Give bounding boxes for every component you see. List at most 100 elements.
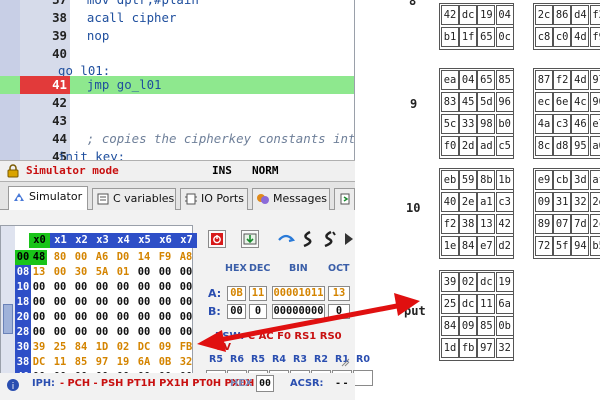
line-number[interactable]: 40 [20, 45, 70, 63]
memory-cell[interactable]: F9 [157, 250, 173, 265]
code-line[interactable]: 44 ; copies the cipherkey constants into [0, 130, 354, 148]
memory-cell[interactable]: 00 [136, 325, 152, 340]
code-line[interactable]: 42 [0, 94, 354, 112]
register-b-dec[interactable]: 0 [249, 304, 267, 319]
memory-cell[interactable]: DC [136, 340, 152, 355]
tab-more[interactable] [334, 188, 355, 210]
memory-cell[interactable]: 6A [136, 355, 152, 370]
memory-cell[interactable]: 00 [157, 295, 173, 310]
memory-cell[interactable]: 80 [52, 250, 68, 265]
memory-cell[interactable]: 00 [31, 310, 47, 325]
memory-cell[interactable]: 32 [178, 355, 194, 370]
memory-cell[interactable]: 85 [73, 355, 89, 370]
iph-flags[interactable]: - PCH - PSH PT1H PX1H PT0H PX0H [60, 374, 254, 394]
line-number[interactable]: 37 [20, 0, 70, 9]
memory-cell[interactable]: 30 [73, 265, 89, 280]
run-icon[interactable] [298, 230, 316, 248]
memory-cell[interactable]: 00 [178, 280, 194, 295]
memory-cell[interactable]: 00 [157, 265, 173, 280]
memory-cell[interactable]: 00 [178, 310, 194, 325]
code-line[interactable]: 45 init_key: [0, 148, 354, 160]
memory-cell[interactable]: 00 [31, 280, 47, 295]
memory-cell[interactable]: 84 [73, 340, 89, 355]
memory-cell[interactable]: 00 [52, 310, 68, 325]
memory-cell[interactable]: 00 [94, 280, 110, 295]
code-line[interactable]: 43 [0, 112, 354, 130]
memory-cell[interactable]: 14 [136, 250, 152, 265]
memory-cell[interactable]: 5A [94, 265, 110, 280]
register-a-hex[interactable]: 0B [227, 286, 246, 301]
memory-cell[interactable]: 01 [115, 265, 131, 280]
memory-cell[interactable]: 09 [157, 340, 173, 355]
register-a-oct[interactable]: 13 [328, 286, 350, 301]
register-b-oct[interactable]: 0 [328, 304, 350, 319]
memory-cell[interactable]: 00 [136, 265, 152, 280]
memory-cell[interactable]: 00 [94, 295, 110, 310]
memory-cell[interactable]: 19 [115, 355, 131, 370]
line-number[interactable]: 38 [20, 9, 70, 27]
register-b-bin[interactable]: 00000000 [272, 304, 325, 319]
memory-cell[interactable]: 39 [31, 340, 47, 355]
line-number[interactable]: 44 [20, 130, 70, 148]
memory-cell[interactable]: D0 [115, 250, 131, 265]
code-line[interactable]: 39 nop [0, 27, 354, 45]
memory-cell[interactable]: 00 [52, 295, 68, 310]
memory-cell[interactable]: 00 [178, 265, 194, 280]
line-number[interactable]: 41 [20, 76, 70, 94]
iph-value[interactable]: 00 [256, 375, 274, 392]
memory-cell[interactable]: FB [178, 340, 194, 355]
code-line[interactable]: 40 [0, 45, 354, 63]
play-icon[interactable] [343, 230, 355, 248]
memory-cell[interactable]: 00 [73, 325, 89, 340]
memory-cell[interactable]: A6 [94, 250, 110, 265]
memory-cell[interactable]: 00 [157, 310, 173, 325]
line-number[interactable]: 42 [20, 94, 70, 112]
memory-scrollbar[interactable] [1, 226, 15, 384]
memory-cell[interactable]: 00 [115, 295, 131, 310]
memory-cell[interactable]: 00 [52, 265, 68, 280]
memory-cell[interactable]: 25 [52, 340, 68, 355]
memory-cell[interactable]: 11 [52, 355, 68, 370]
memory-cell[interactable]: 00 [31, 325, 47, 340]
memory-cell[interactable]: 00 [178, 295, 194, 310]
memory-cell[interactable]: 97 [94, 355, 110, 370]
memory-cell[interactable]: 48 [31, 250, 47, 265]
memory-cell[interactable]: 00 [73, 280, 89, 295]
register-bank-cell[interactable] [353, 370, 373, 386]
memory-cell[interactable]: 00 [73, 295, 89, 310]
memory-cell[interactable]: 1D [94, 340, 110, 355]
register-b-hex[interactable]: 00 [227, 304, 246, 319]
memory-cell[interactable]: 00 [178, 325, 194, 340]
memory-cell[interactable]: 00 [94, 310, 110, 325]
scrollbar-thumb[interactable] [3, 304, 13, 334]
memory-cell[interactable]: 00 [157, 280, 173, 295]
register-a-dec[interactable]: 11 [249, 286, 267, 301]
tab-messages[interactable]: Messages [252, 188, 330, 210]
internal-memory-view[interactable]: x0 x1 x2 x3 x4 x5 x6 x7 00 48 80 00 A6 D0 14 F9 A8 08 13 00… [0, 225, 197, 385]
memory-cell[interactable]: 00 [157, 325, 173, 340]
memory-cell[interactable]: 00 [52, 325, 68, 340]
memory-cell[interactable]: 0B [157, 355, 173, 370]
code-editor[interactable]: 37 mov dptr,#plain38 acall cipher39 nop4… [0, 0, 355, 160]
memory-cell[interactable]: 00 [115, 325, 131, 340]
step-into-button[interactable] [241, 230, 259, 248]
memory-cell[interactable]: 00 [73, 250, 89, 265]
line-number[interactable]: 43 [20, 112, 70, 130]
memory-cell[interactable]: 02 [115, 340, 131, 355]
memory-cell[interactable]: 00 [136, 295, 152, 310]
line-number[interactable]: 39 [20, 27, 70, 45]
memory-cell[interactable]: 00 [115, 280, 131, 295]
memory-cell[interactable]: 00 [115, 310, 131, 325]
tab-io-ports[interactable]: IO Ports [180, 188, 248, 210]
tab-simulator[interactable]: Simulator [8, 186, 88, 211]
code-line[interactable]: 37 mov dptr,#plain [0, 0, 354, 9]
code-line[interactable]: 41 jmp go_l01 [0, 76, 354, 94]
step-over-icon[interactable] [277, 230, 295, 248]
memory-cell[interactable]: A8 [178, 250, 194, 265]
memory-cell[interactable]: 00 [136, 310, 152, 325]
animate-icon[interactable] [319, 230, 337, 248]
reset-button[interactable] [208, 230, 226, 248]
memory-cell[interactable]: DC [31, 355, 47, 370]
tab-c-variables[interactable]: C variables [92, 188, 176, 210]
register-a-bin[interactable]: 00001011 [272, 286, 325, 301]
